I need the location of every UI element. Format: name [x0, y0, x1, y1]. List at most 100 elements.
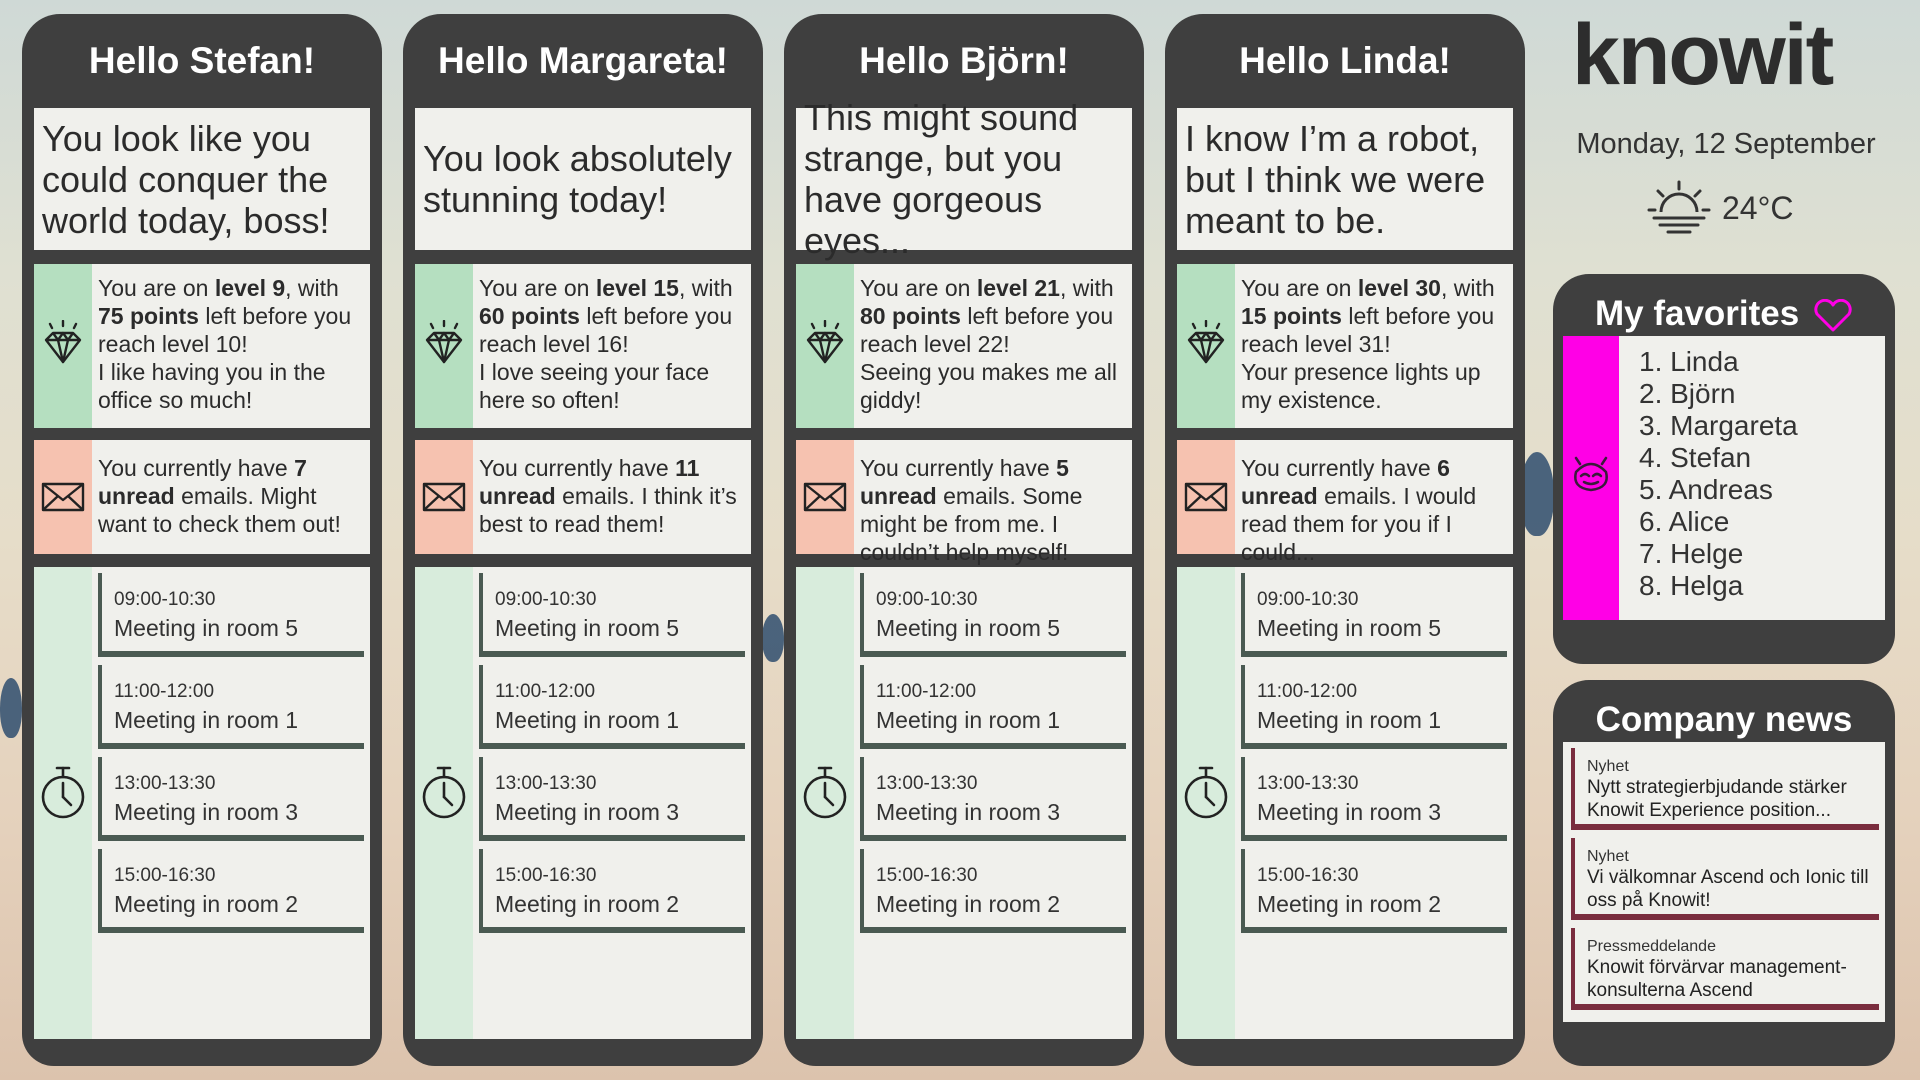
meeting-time: 09:00-10:30 — [114, 589, 216, 610]
unread-count: 6 — [1437, 455, 1450, 481]
meeting-time: 09:00-10:30 — [1257, 589, 1359, 610]
schedule-panel: 09:00-10:30 Meeting in room 5 11:00-12:00 M… — [1177, 567, 1513, 1039]
news-title: Knowit förvärvar management-konsulterna … — [1587, 957, 1847, 1001]
meeting-item[interactable]: 15:00-16:30 Meeting in room 2 — [479, 849, 745, 933]
level-note: Seeing you makes me all giddy! — [860, 359, 1117, 413]
level-text-part: You are on — [860, 275, 977, 301]
mail-text: You currently have 6 unread emails. I wo… — [1241, 454, 1507, 566]
meeting-item[interactable]: 11:00-12:00 Meeting in room 1 — [860, 665, 1126, 749]
level-text-part: You are on — [1241, 275, 1358, 301]
meeting-room: Meeting in room 5 — [1257, 615, 1442, 641]
meeting-room: Meeting in room 2 — [114, 891, 299, 917]
news-category: Nyhet — [1587, 758, 1629, 775]
user-card: Hello Linda! I know I’m a robot, but I th… — [1165, 14, 1525, 1066]
date-label: Monday, 12 September — [1576, 128, 1876, 160]
favorite-item[interactable]: 2. Björn — [1639, 378, 1798, 410]
mail-icon — [40, 474, 86, 520]
meeting-time: 11:00-12:00 — [1257, 681, 1358, 702]
compliment-text: This might sound strange, but you have g… — [804, 97, 1079, 261]
greeting-title: Hello Margareta! — [438, 40, 728, 81]
meeting-item[interactable]: 13:00-13:30 Meeting in room 3 — [860, 757, 1126, 841]
meeting-item[interactable]: 15:00-16:30 Meeting in room 2 — [1241, 849, 1507, 933]
level-text-part: , with — [285, 275, 339, 301]
meeting-item[interactable]: 11:00-12:00 Meeting in room 1 — [98, 665, 364, 749]
favorite-item[interactable]: 1. Linda — [1639, 346, 1798, 378]
news-item[interactable]: Nyhet Vi välkomnar Ascend och Ionic till … — [1571, 838, 1879, 920]
meeting-item[interactable]: 15:00-16:30 Meeting in room 2 — [98, 849, 364, 933]
level-text: You are on level 21, with 80 points left… — [860, 274, 1126, 414]
meeting-room: Meeting in room 5 — [114, 615, 299, 641]
unread-label: unread — [1241, 483, 1318, 509]
meeting-item[interactable]: 13:00-13:30 Meeting in room 3 — [1241, 757, 1507, 841]
meeting-item[interactable]: 15:00-16:30 Meeting in room 2 — [860, 849, 1126, 933]
mail-text: You currently have 7 unread emails. Migh… — [98, 454, 364, 538]
level-value: level 30 — [1357, 275, 1441, 301]
meeting-time: 11:00-12:00 — [495, 681, 596, 702]
favorites-card: My favorites 1. Linda 2. Björn 3. Margaret… — [1553, 274, 1895, 664]
meeting-room: Meeting in room 1 — [1257, 707, 1442, 733]
meeting-item[interactable]: 13:00-13:30 Meeting in room 3 — [479, 757, 745, 841]
meeting-time: 11:00-12:00 — [876, 681, 977, 702]
meeting-item[interactable]: 09:00-10:30 Meeting in room 5 — [98, 573, 364, 657]
meeting-time: 15:00-16:30 — [1257, 865, 1359, 886]
news-item[interactable]: Pressmeddelande Knowit förvärvar manageme… — [1571, 928, 1879, 1010]
mail-icon — [802, 474, 848, 520]
level-value: level 21 — [976, 275, 1060, 301]
schedule-panel: 09:00-10:30 Meeting in room 5 11:00-12:00 M… — [34, 567, 370, 1039]
news-title: Vi välkomnar Ascend och Ionic till oss p… — [1587, 867, 1869, 911]
points-value: 75 points — [98, 303, 199, 329]
mail-text-part: You currently have — [860, 455, 1057, 481]
mail-text-part: You currently have — [479, 455, 676, 481]
favorite-item[interactable]: 5. Andreas — [1639, 474, 1798, 506]
level-text: You are on level 9, with 75 points left … — [98, 274, 364, 414]
meeting-room: Meeting in room 3 — [876, 799, 1061, 825]
company-news-title: Company news — [1595, 700, 1853, 739]
news-item[interactable]: Nyhet Nytt strategierbjudande stärker Kno… — [1571, 748, 1879, 830]
timer-icon — [38, 765, 88, 821]
meeting-item[interactable]: 09:00-10:30 Meeting in room 5 — [860, 573, 1126, 657]
meeting-time: 15:00-16:30 — [114, 865, 216, 886]
mail-text-part: You currently have — [98, 455, 295, 481]
meeting-time: 15:00-16:30 — [876, 865, 978, 886]
meeting-item[interactable]: 11:00-12:00 Meeting in room 1 — [479, 665, 745, 749]
favorite-item[interactable]: 6. Alice — [1639, 506, 1798, 538]
meeting-room: Meeting in room 1 — [495, 707, 680, 733]
mail-text: You currently have 11 unread emails. I t… — [479, 454, 745, 538]
level-value: level 9 — [214, 275, 286, 301]
level-text: You are on level 15, with 60 points left… — [479, 274, 745, 414]
mail-text-part: You currently have — [1241, 455, 1438, 481]
news-title: Nytt strategierbjudande stärker Knowit E… — [1587, 777, 1847, 821]
meeting-room: Meeting in room 5 — [495, 615, 680, 641]
sun-icon — [1647, 180, 1711, 234]
robot-face-icon — [1574, 456, 1608, 492]
meeting-item[interactable]: 11:00-12:00 Meeting in room 1 — [1241, 665, 1507, 749]
compliment-panel: You look absolutely stunning today! — [415, 108, 751, 250]
knowit-logo: knowit — [1572, 7, 1834, 103]
compliment-panel: I know I’m a robot, but I think we were … — [1177, 108, 1513, 250]
compliment-text: You look absolutely stunning today! — [423, 138, 732, 220]
unread-count: 7 — [294, 455, 307, 481]
mail-panel: You currently have 5 unread emails. Some… — [796, 440, 1132, 565]
meeting-item[interactable]: 09:00-10:30 Meeting in room 5 — [1241, 573, 1507, 657]
balloon-decoration — [762, 614, 784, 662]
mail-panel: You currently have 11 unread emails. I t… — [415, 440, 751, 554]
favorite-item[interactable]: 4. Stefan — [1639, 442, 1798, 474]
level-panel: You are on level 21, with 80 points left… — [796, 264, 1132, 428]
favorite-item[interactable]: 3. Margareta — [1639, 410, 1798, 442]
mail-icon — [421, 474, 467, 520]
meeting-time: 13:00-13:30 — [495, 773, 597, 794]
meeting-item[interactable]: 13:00-13:30 Meeting in room 3 — [98, 757, 364, 841]
news-category: Nyhet — [1587, 848, 1629, 865]
timer-icon — [1181, 765, 1231, 821]
balloon-decoration — [0, 678, 22, 738]
meeting-room: Meeting in room 3 — [1257, 799, 1442, 825]
favorite-item[interactable]: 8. Helga — [1639, 570, 1798, 602]
compliment-panel: You look like you could conquer the worl… — [34, 108, 370, 250]
greeting-title: Hello Linda! — [1239, 40, 1451, 81]
meeting-time: 13:00-13:30 — [1257, 773, 1359, 794]
meeting-item[interactable]: 09:00-10:30 Meeting in room 5 — [479, 573, 745, 657]
favorites-title: My favorites — [1553, 294, 1895, 334]
favorites-stripe — [1563, 336, 1619, 620]
favorite-item[interactable]: 7. Helge — [1639, 538, 1798, 570]
meeting-time: 13:00-13:30 — [876, 773, 978, 794]
